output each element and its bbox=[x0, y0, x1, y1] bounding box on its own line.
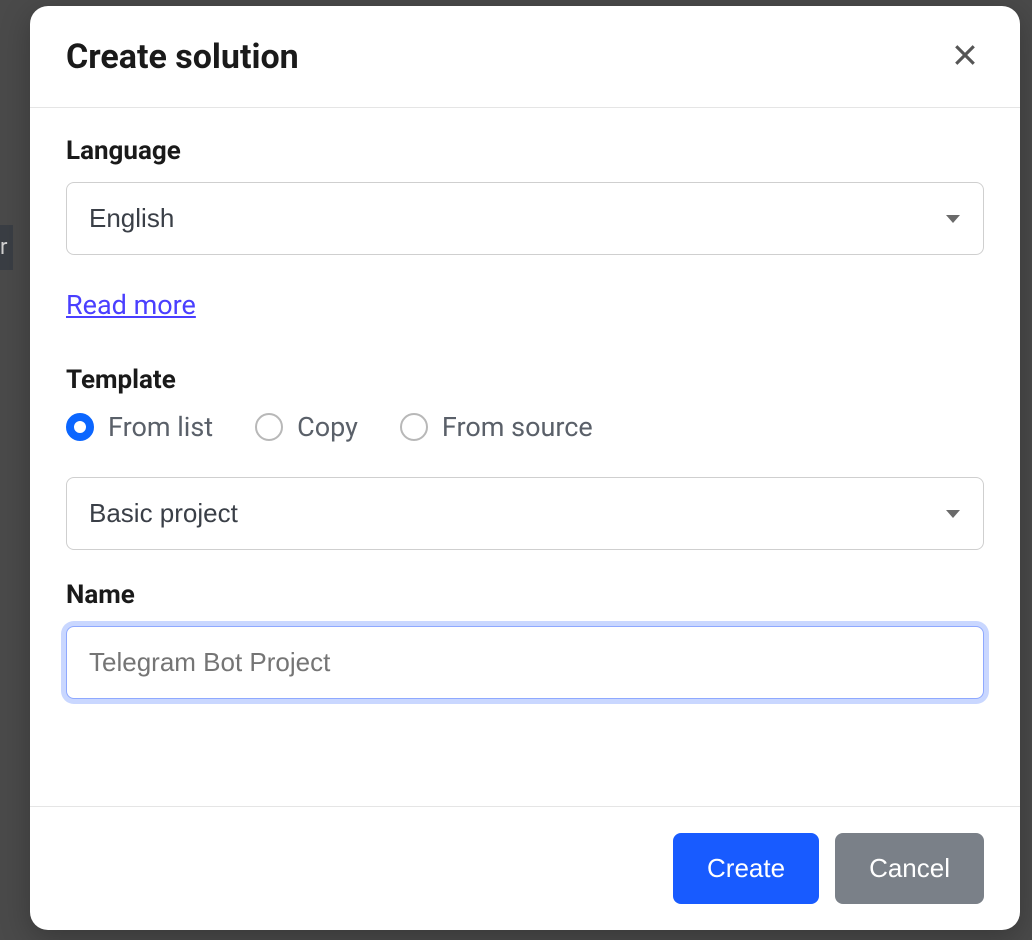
radio-label: From list bbox=[108, 411, 213, 443]
language-select-wrap: English bbox=[66, 182, 984, 255]
template-select[interactable]: Basic project bbox=[66, 477, 984, 550]
template-section: Template From list Copy From source Basi… bbox=[66, 365, 984, 550]
name-input[interactable] bbox=[66, 626, 984, 699]
create-solution-modal: Create solution Language English Read mo… bbox=[30, 6, 1020, 930]
modal-header: Create solution bbox=[30, 6, 1020, 108]
language-selected-value: English bbox=[89, 203, 174, 234]
template-radio-from-list[interactable]: From list bbox=[66, 411, 213, 443]
template-radio-group: From list Copy From source bbox=[66, 411, 984, 443]
read-more-link[interactable]: Read more bbox=[66, 289, 196, 321]
name-label: Name bbox=[66, 580, 984, 610]
template-radio-copy[interactable]: Copy bbox=[255, 411, 358, 443]
caret-down-icon bbox=[946, 215, 960, 223]
modal-body: Language English Read more Template From… bbox=[30, 108, 1020, 806]
radio-icon bbox=[255, 413, 283, 441]
modal-title: Create solution bbox=[66, 37, 299, 77]
template-select-wrap: Basic project bbox=[66, 477, 984, 550]
backdrop-text-fragment: r bbox=[0, 225, 13, 270]
close-button[interactable] bbox=[946, 36, 984, 77]
template-radio-from-source[interactable]: From source bbox=[400, 411, 593, 443]
template-selected-value: Basic project bbox=[89, 498, 238, 529]
radio-label: Copy bbox=[297, 411, 358, 443]
name-section: Name bbox=[66, 580, 984, 699]
close-icon bbox=[950, 40, 980, 70]
caret-down-icon bbox=[946, 510, 960, 518]
radio-icon bbox=[400, 413, 428, 441]
radio-label: From source bbox=[442, 411, 593, 443]
language-label: Language bbox=[66, 136, 984, 166]
template-label: Template bbox=[66, 365, 984, 395]
language-select[interactable]: English bbox=[66, 182, 984, 255]
create-button[interactable]: Create bbox=[673, 833, 819, 904]
cancel-button[interactable]: Cancel bbox=[835, 833, 984, 904]
modal-footer: Create Cancel bbox=[30, 806, 1020, 930]
radio-icon-selected bbox=[66, 413, 94, 441]
